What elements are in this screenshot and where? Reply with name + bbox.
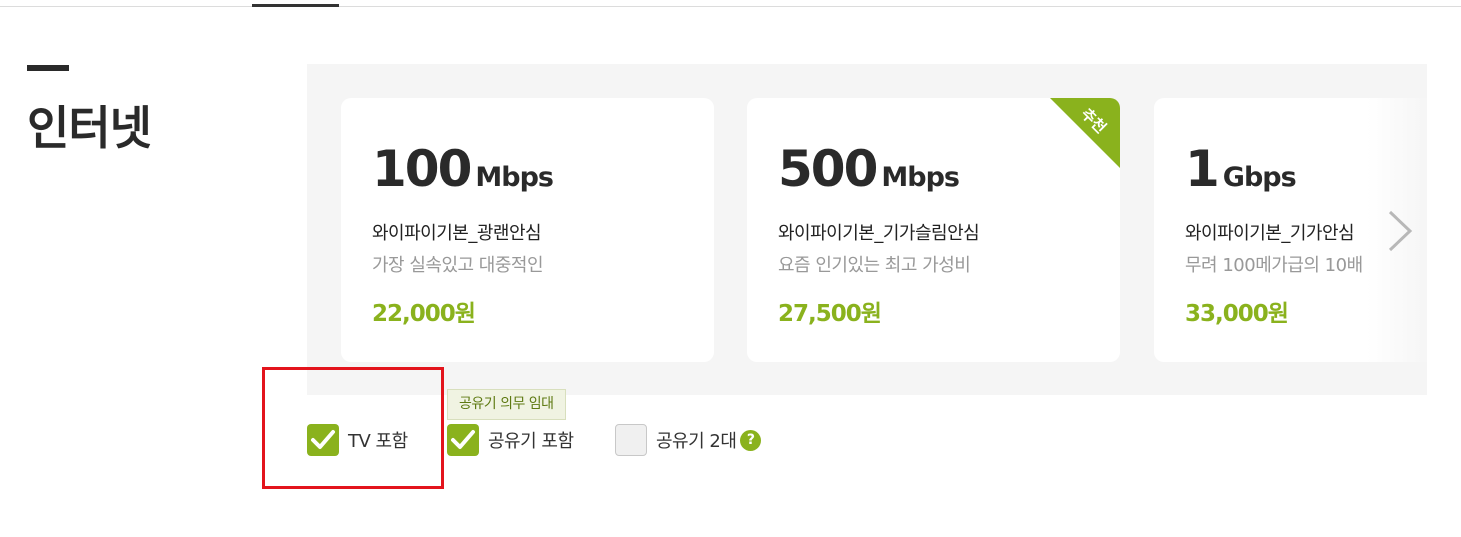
option-label: 공유기 2대 [656,431,737,452]
plan-name: 와이파이기본_광랜안심 [372,223,542,244]
plan-price: 33,000원 [1185,301,1289,327]
plan-description: 요즘 인기있는 최고 가성비 [778,255,971,276]
option-router-two[interactable]: 공유기 2대 ? [615,424,762,456]
check-icon [451,430,475,449]
plan-price: 22,000원 [372,301,476,327]
plan-speed: 100 Mbps [372,140,554,198]
router-two-checkbox[interactable] [615,424,647,456]
plan-card-500mbps[interactable]: 추천 500 Mbps 와이파이기본_기가슬림안심 요즘 인기있는 최고 가성비 … [747,98,1120,362]
plan-card-100mbps[interactable]: 100 Mbps 와이파이기본_광랜안심 가장 실속있고 대중적인 22,000원 [341,98,714,362]
router-tooltip: 공유기 의무 임대 [447,389,566,420]
help-circle-icon[interactable]: ? [740,429,762,451]
highlight-box [262,367,444,489]
plan-speed: 500 Mbps [778,140,960,198]
plan-speed-unit: Gbps [1222,162,1297,193]
plan-name: 와이파이기본_기가안심 [1185,223,1355,244]
option-label: 공유기 포함 [488,431,574,452]
plan-speed: 1 Gbps [1185,140,1297,198]
router-include-checkbox[interactable] [447,424,479,456]
plan-speed-value: 100 [372,140,472,198]
section-title-dash [27,65,69,71]
plan-speed-value: 500 [778,140,878,198]
option-router-include[interactable]: 공유기 포함 [447,424,574,456]
plan-price: 27,500원 [778,301,882,327]
section-title: 인터넷 [27,101,152,155]
chevron-right-icon[interactable] [1384,209,1414,253]
top-divider [0,6,1461,7]
active-tab-indicator [252,4,339,7]
plan-carousel: 100 Mbps 와이파이기본_광랜안심 가장 실속있고 대중적인 22,000원… [307,64,1427,395]
plan-speed-value: 1 [1185,140,1220,198]
plan-speed-unit: Mbps [475,162,554,193]
plan-speed-unit: Mbps [881,162,960,193]
plan-description: 무려 100메가급의 10배 [1185,255,1363,276]
plan-name: 와이파이기본_기가슬림안심 [778,223,980,244]
plan-description: 가장 실속있고 대중적인 [372,255,544,276]
